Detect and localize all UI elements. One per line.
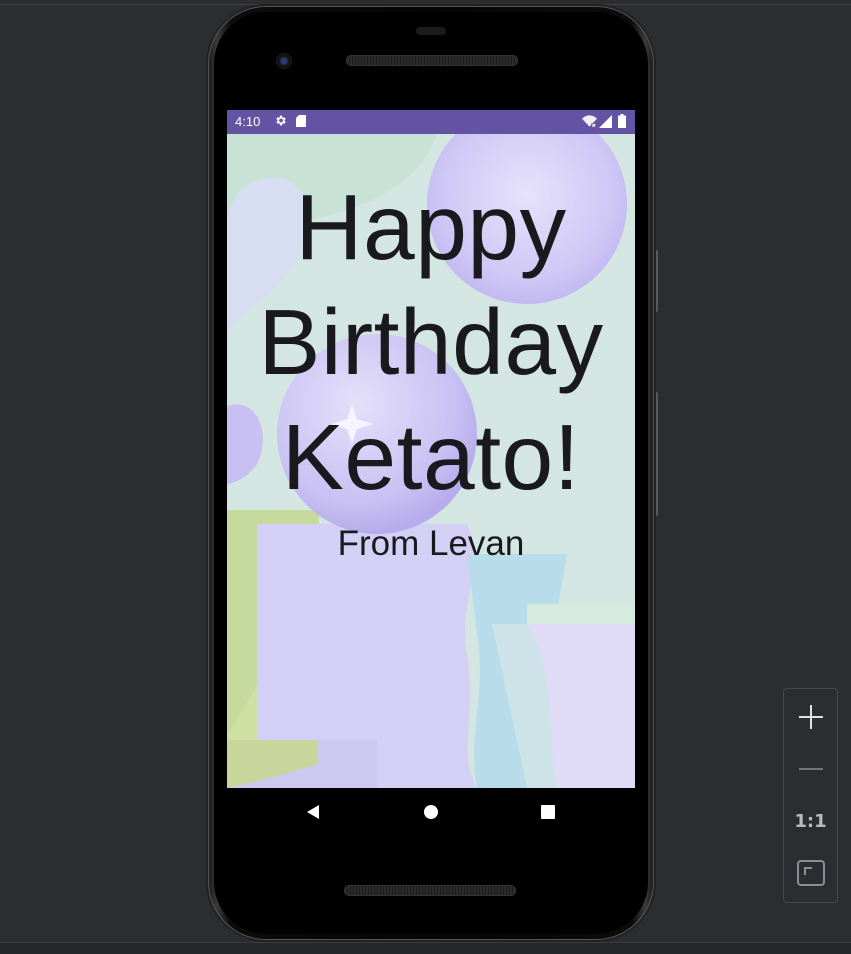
greeting-text: Happy Birthday Ketato! bbox=[258, 175, 604, 509]
zoom-out-button[interactable] bbox=[784, 747, 837, 791]
plus-icon bbox=[798, 705, 823, 729]
signature-text: From Levan bbox=[337, 524, 525, 563]
navigation-bar bbox=[227, 788, 635, 836]
power-button[interactable] bbox=[654, 250, 658, 312]
toolbar-divider bbox=[0, 4, 851, 5]
volume-button[interactable] bbox=[654, 392, 658, 516]
wifi-off-icon bbox=[582, 115, 597, 128]
minus-icon bbox=[798, 768, 823, 770]
battery-icon bbox=[618, 114, 626, 128]
actual-size-button[interactable]: 1:1 bbox=[784, 799, 837, 843]
bottom-speaker-grille bbox=[344, 885, 516, 896]
fit-screen-button[interactable] bbox=[784, 851, 837, 895]
device-screen[interactable]: 4:10 Happy Birthday Ketato! From Levan bbox=[227, 110, 635, 788]
status-time: 4:10 bbox=[235, 114, 261, 129]
front-camera-icon bbox=[276, 53, 292, 69]
signal-icon bbox=[599, 115, 612, 128]
gear-icon bbox=[276, 115, 286, 126]
top-speaker-grille bbox=[346, 55, 518, 66]
back-icon[interactable] bbox=[305, 804, 321, 820]
earpiece-slot bbox=[416, 27, 446, 35]
sd-card-icon bbox=[296, 115, 306, 127]
bottom-status-strip bbox=[0, 942, 851, 954]
recents-icon[interactable] bbox=[541, 805, 555, 819]
fit-screen-icon bbox=[796, 860, 825, 886]
birthday-card: Happy Birthday Ketato! From Levan bbox=[227, 134, 635, 788]
zoom-controls: 1:1 bbox=[783, 688, 838, 903]
home-icon[interactable] bbox=[424, 805, 438, 819]
zoom-in-button[interactable] bbox=[784, 695, 837, 739]
status-bar: 4:10 bbox=[227, 110, 635, 134]
